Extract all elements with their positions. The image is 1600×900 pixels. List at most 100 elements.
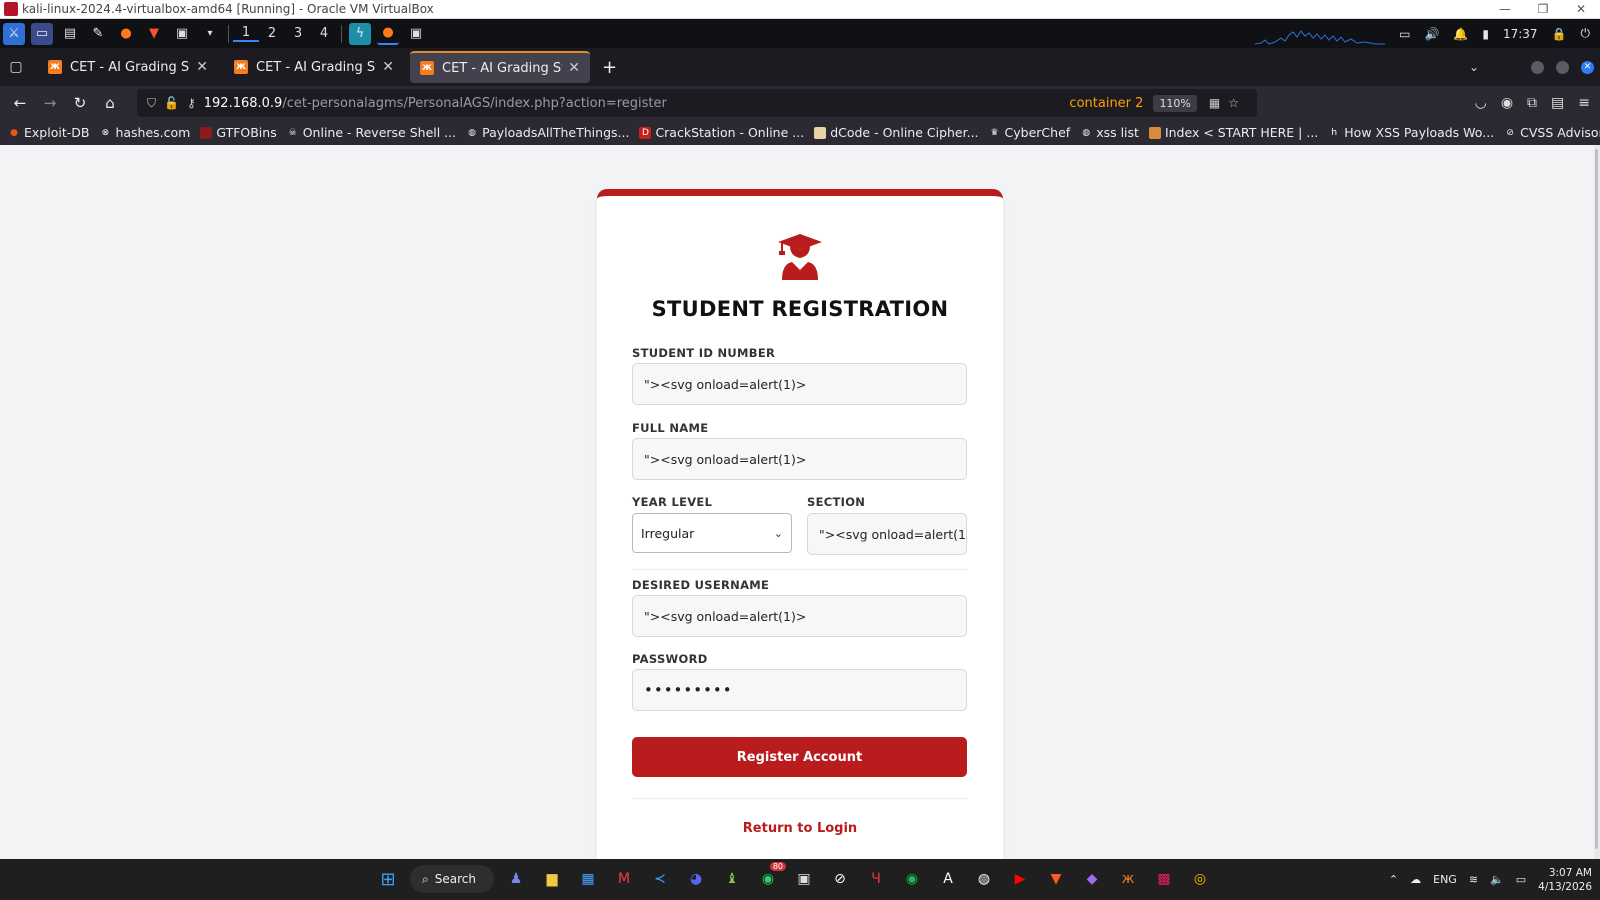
text-editor-icon[interactable]: ✎ — [87, 23, 109, 45]
xampp-icon[interactable]: ж — [1114, 865, 1142, 893]
windows-start-icon[interactable]: ⊞ — [374, 865, 402, 893]
bookmark-xss-payloads[interactable]: h How XSS Payloads Wo... — [1328, 125, 1494, 140]
pycharm-icon[interactable]: ▩ — [1150, 865, 1178, 893]
bookmark-hashes[interactable]: ⊗ hashes.com — [99, 125, 191, 140]
close-tab-icon[interactable]: ✕ — [382, 59, 394, 75]
close-tab-icon[interactable]: ✕ — [568, 60, 580, 76]
bookmark-cyberchef[interactable]: ♛ CyberChef — [989, 125, 1071, 140]
terminal-window-icon[interactable]: ▣ — [405, 23, 427, 45]
key-icon[interactable]: ⚷ — [187, 96, 196, 110]
file-manager-icon[interactable]: ▤ — [59, 23, 81, 45]
bookmark-crackstation[interactable]: D CrackStation - Online ... — [639, 125, 804, 140]
shield-icon[interactable]: ⛉ — [147, 96, 156, 111]
panel-clock[interactable]: 17:37 — [1503, 27, 1538, 41]
battery-icon[interactable]: ▮ — [1482, 27, 1489, 41]
close-tab-icon[interactable]: ✕ — [196, 59, 208, 75]
zoom-level[interactable]: 110% — [1153, 94, 1197, 112]
bookmark-gtfobins[interactable]: GTFOBins — [200, 125, 277, 140]
chevron-down-icon[interactable]: ▾ — [199, 23, 221, 45]
text-app-icon[interactable]: A — [934, 865, 962, 893]
restore-button[interactable]: ❐ — [1524, 2, 1562, 16]
power-icon[interactable]: ⏻ — [1581, 26, 1591, 41]
workspace-1[interactable]: 1 — [233, 25, 259, 42]
whatsapp-icon[interactable]: ◉ 80 — [754, 862, 786, 893]
file-explorer-icon[interactable]: ▆ — [538, 865, 566, 893]
workspace-2[interactable]: 2 — [259, 26, 285, 41]
brave-browser-icon[interactable]: ▼ — [1042, 865, 1070, 893]
browser-tab-2[interactable]: ж CET - AI Grading System ✕ — [224, 51, 404, 83]
year-level-select[interactable]: Irregular ⌄ — [632, 513, 792, 553]
language-indicator[interactable]: ENG — [1433, 873, 1457, 886]
lock-icon[interactable]: 🔒 — [1552, 27, 1567, 41]
chatgpt-icon[interactable]: ⊘ — [826, 865, 854, 893]
bookmark-star-icon[interactable]: ☆ — [1228, 96, 1239, 110]
gmail-icon[interactable]: M — [610, 865, 638, 893]
forward-arrow-icon[interactable]: → — [35, 94, 65, 112]
extensions-icon[interactable]: ⧉ — [1527, 95, 1537, 111]
back-arrow-icon[interactable]: ← — [5, 94, 35, 112]
volume-icon[interactable]: 🔊 — [1424, 27, 1439, 41]
minimize-button[interactable]: — — [1486, 2, 1524, 16]
bookmark-dcode[interactable]: dCode - Online Cipher... — [814, 125, 979, 140]
section-input[interactable]: "><svg onload=alert(1)> — [807, 513, 967, 555]
bookmark-cvss[interactable]: ⊘ CVSS Advisor: A tool t... — [1504, 125, 1600, 140]
sidebar-icon[interactable]: ▤ — [1551, 95, 1564, 111]
home-icon[interactable]: ⌂ — [95, 94, 125, 112]
bell-icon[interactable]: 🔔 — [1453, 27, 1468, 41]
teams-icon[interactable]: ♟ — [502, 865, 530, 893]
minimize-circle-icon[interactable] — [1531, 60, 1544, 74]
screen-icon[interactable]: ▭ — [1399, 27, 1410, 41]
student-id-input[interactable]: "><svg onload=alert(1)> — [632, 363, 967, 405]
discord-icon[interactable]: ◕ — [682, 865, 710, 893]
browser-tab-3[interactable]: ж CET - AI Grading System ✕ — [410, 51, 590, 83]
bookmark-exploit-db[interactable]: ● Exploit-DB — [8, 125, 89, 140]
terminal-icon[interactable]: ▣ — [171, 23, 193, 45]
scrollbar-thumb[interactable] — [1595, 149, 1598, 849]
obsidian-icon[interactable]: ◆ — [1078, 865, 1106, 893]
spotify-icon[interactable]: ◉ — [898, 865, 926, 893]
insecure-lock-icon[interactable]: 🔓 — [164, 96, 179, 110]
workspace-4[interactable]: 4 — [311, 26, 337, 41]
chess-icon[interactable]: ♝ — [718, 865, 746, 893]
wifi-icon[interactable]: ≋ — [1469, 873, 1478, 886]
menu-icon[interactable]: ≡ — [1578, 95, 1590, 111]
hacker-app-icon[interactable]: Ɥ — [862, 865, 890, 893]
brave-icon[interactable]: ▼ — [143, 23, 165, 45]
workspace-3[interactable]: 3 — [285, 26, 311, 41]
taskbar-search[interactable]: ⌕ Search — [410, 865, 494, 893]
full-name-input[interactable]: "><svg onload=alert(1)> — [632, 438, 967, 480]
terminal-app-icon[interactable]: ▣ — [790, 865, 818, 893]
cloud-icon[interactable]: ☁ — [1410, 873, 1421, 886]
chrome-icon[interactable]: ◎ — [1186, 865, 1214, 893]
burp-icon[interactable]: ϟ — [349, 22, 371, 45]
close-window-button[interactable]: ✕ — [1562, 2, 1600, 16]
taskbar-clock[interactable]: 3:07 AM 4/13/2026 — [1538, 866, 1592, 894]
github-app-icon[interactable]: ◍ — [970, 865, 998, 893]
store-icon[interactable]: ▦ — [574, 865, 602, 893]
pocket-icon[interactable]: ◡ — [1475, 95, 1487, 111]
tab-overview-icon[interactable]: ▢ — [0, 59, 32, 75]
chevron-up-icon[interactable]: ⌃ — [1389, 873, 1398, 886]
bookmark-xss-list[interactable]: ◍ xss list — [1080, 125, 1139, 140]
desktop-icon[interactable]: ▭ — [31, 22, 53, 45]
speaker-icon[interactable]: 🔈 — [1490, 873, 1504, 886]
return-to-login-link[interactable]: Return to Login — [597, 821, 1003, 836]
register-account-button[interactable]: Register Account — [632, 737, 967, 777]
maximize-circle-icon[interactable] — [1556, 60, 1569, 74]
reload-icon[interactable]: ↻ — [65, 94, 95, 112]
youtube-icon[interactable]: ▶ — [1006, 865, 1034, 893]
list-all-tabs-icon[interactable]: ⌄ — [1469, 60, 1479, 74]
page-scrollbar[interactable] — [1594, 145, 1600, 859]
browser-tab-1[interactable]: ж CET - AI Grading System ✕ — [38, 51, 218, 83]
firefox-window-icon[interactable]: ● — [377, 23, 399, 45]
kali-menu-icon[interactable]: ⚔ — [3, 22, 25, 45]
url-bar[interactable]: ⛉ 🔓 ⚷ 192.168.0.9 /cet-personalagms/Pers… — [137, 89, 1257, 117]
battery-tray-icon[interactable]: ▭ — [1516, 873, 1526, 886]
bookmark-start-here[interactable]: Index < START HERE | ... — [1148, 125, 1318, 140]
vscode-icon[interactable]: ≺ — [646, 865, 674, 893]
close-circle-icon[interactable]: ✕ — [1581, 60, 1594, 74]
password-input[interactable]: ••••••••• — [632, 669, 967, 711]
bookmark-payloads[interactable]: ◍ PayloadsAllTheThings... — [466, 125, 629, 140]
qr-code-icon[interactable]: ▦ — [1209, 96, 1220, 110]
bookmark-reverse-shell[interactable]: ☠ Online - Reverse Shell ... — [287, 125, 456, 140]
